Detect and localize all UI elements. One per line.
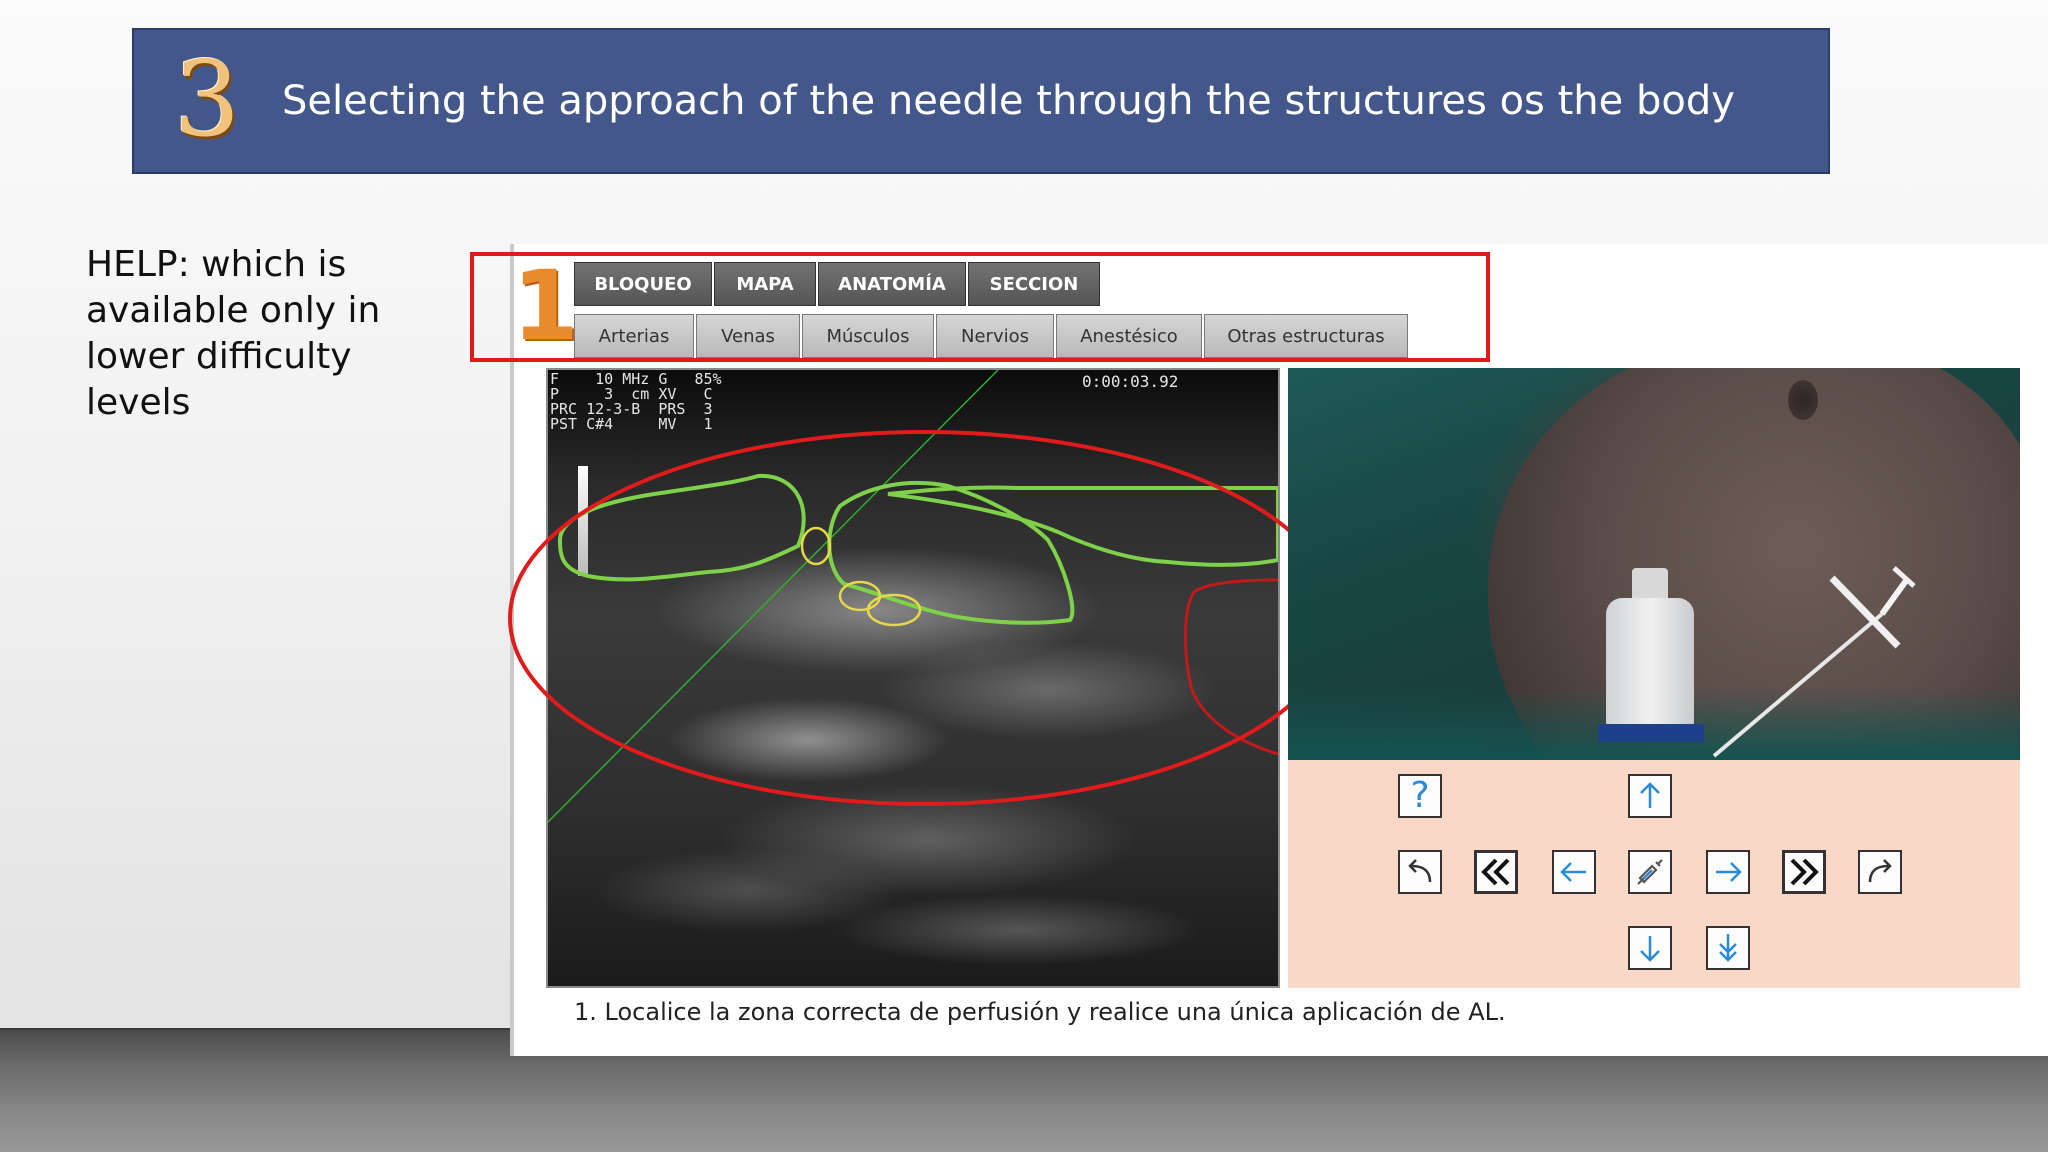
move-right-button[interactable] xyxy=(1706,850,1750,894)
move-up-button[interactable] xyxy=(1628,774,1672,818)
double-down-arrow-icon xyxy=(1719,934,1737,962)
up-arrow-icon xyxy=(1640,782,1660,808)
artery-outline xyxy=(1184,578,1278,756)
muscle-outline-right xyxy=(887,485,1278,567)
help-icon: ? xyxy=(1410,775,1430,816)
redo-icon xyxy=(1868,859,1892,883)
left-arrow-icon xyxy=(1560,862,1586,882)
nerve-outline xyxy=(838,580,882,612)
fast-back-button[interactable] xyxy=(1474,850,1518,894)
undo-button[interactable] xyxy=(1398,850,1442,894)
inject-button[interactable] xyxy=(1628,850,1672,894)
needle-graphic xyxy=(1712,566,1916,758)
muscle-outline-left xyxy=(557,473,806,582)
syringe-icon xyxy=(1637,859,1663,885)
move-down-fast-button[interactable] xyxy=(1706,926,1750,970)
help-note: HELP: which is available only in lower d… xyxy=(86,244,381,423)
slide-number: 3 xyxy=(173,38,241,160)
move-down-button[interactable] xyxy=(1628,926,1672,970)
undo-icon xyxy=(1408,859,1432,883)
move-left-button[interactable] xyxy=(1552,850,1596,894)
slide-title-banner: 3 Selecting the approach of the needle t… xyxy=(132,28,1830,174)
help-highlight-box xyxy=(470,252,1490,362)
down-arrow-icon xyxy=(1640,936,1660,962)
patient-camera-view xyxy=(1288,368,2020,760)
nerve-outline xyxy=(800,526,832,566)
slide-title: Selecting the approach of the needle thr… xyxy=(282,78,1735,124)
needle-path-line xyxy=(548,370,999,823)
ultrasound-view[interactable]: F 10 MHz G 85% P 3 cm XV C PRC 12-3-B PR… xyxy=(546,368,1280,988)
fast-forward-icon xyxy=(1790,858,1819,886)
instruction-text: 1. Localice la zona correcta de perfusió… xyxy=(574,998,1506,1026)
fast-back-icon xyxy=(1481,858,1510,886)
help-button[interactable]: ? xyxy=(1398,774,1442,818)
fast-forward-button[interactable] xyxy=(1782,850,1826,894)
right-arrow-icon xyxy=(1716,862,1742,882)
control-panel: ? xyxy=(1288,760,2020,988)
redo-button[interactable] xyxy=(1858,850,1902,894)
anatomy-overlay xyxy=(548,370,1278,823)
